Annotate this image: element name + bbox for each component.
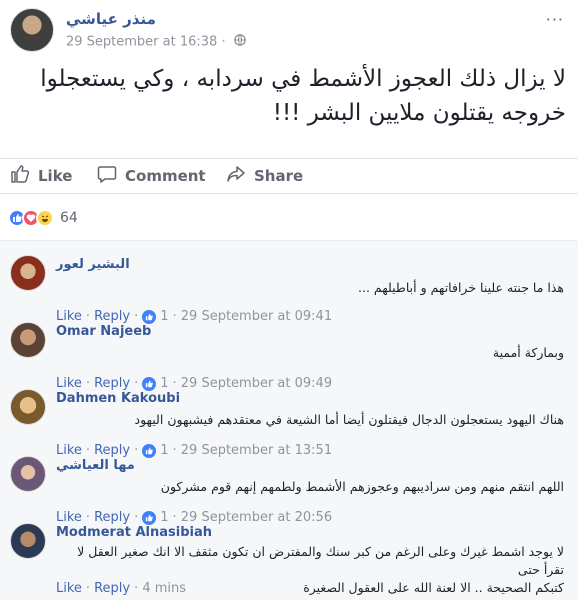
commenter-name[interactable]: Omar Najeeb (56, 324, 151, 339)
post-action-bar: Like Comment Share (0, 158, 578, 194)
author-avatar[interactable] (10, 8, 54, 52)
share-button[interactable]: Share (226, 164, 303, 188)
reactions-summary[interactable]: 64 (8, 209, 78, 227)
meta-separator: · (85, 581, 91, 596)
comment-time[interactable]: · 29 September at 09:49 (173, 376, 333, 391)
comment-text: هذا ما جنته علينا خرافاتهم و أباطيلهم ..… (358, 280, 564, 295)
meta-separator: · (134, 309, 139, 324)
comment-like-link[interactable]: Like (56, 376, 82, 391)
comment-like-link[interactable]: Like (56, 510, 82, 525)
post-header: منذر عياشي 29 September at 16:38 · ··· (10, 8, 568, 58)
commenter-name[interactable]: Dahmen Kakoubi (56, 391, 180, 406)
post-text-line-1: لا يزال ذلك العجوز الأشمط في سردابه ، وك… (40, 66, 566, 92)
commenter-avatar[interactable] (10, 389, 46, 425)
post-timestamp-text[interactable]: 29 September at 16:38 · (66, 35, 226, 50)
like-icon (142, 443, 157, 458)
comment-time[interactable]: · 4 mins (134, 581, 186, 596)
meta-separator: · (134, 510, 139, 525)
meta-separator: · (85, 443, 91, 458)
comment-text: هناك اليهود يستعجلون الدجال فيقتلون أيضا… (134, 412, 565, 427)
comment-like-count[interactable]: 1 (160, 309, 168, 324)
comment-meta: Like · Reply · 1 · 29 September at 09:49 (56, 376, 332, 391)
comment-like-count[interactable]: 1 (160, 376, 168, 391)
comment-reply-link[interactable]: Reply (94, 309, 130, 324)
commenter-avatar[interactable] (10, 456, 46, 492)
commenter-name[interactable]: البشير لعور (56, 257, 130, 272)
meta-separator: · (85, 376, 91, 391)
comment-like-link[interactable]: Like (56, 309, 82, 324)
commenter-avatar[interactable] (10, 322, 46, 358)
post-author-name[interactable]: منذر عياشي (66, 10, 156, 28)
post-timestamp[interactable]: 29 September at 16:38 · (66, 34, 246, 50)
like-button[interactable]: Like (10, 164, 72, 188)
post-text-line-2: خروجه يقتلون ملايين البشر !!! (272, 100, 566, 126)
reactions-count[interactable]: 64 (60, 210, 78, 226)
comment-time[interactable]: · 29 September at 13:51 (173, 443, 333, 458)
comment-text: وبماركة أممية (492, 345, 564, 360)
share-arrow-icon (226, 164, 246, 188)
comment-reply-link[interactable]: Reply (94, 510, 130, 525)
share-label: Share (254, 167, 304, 185)
commenter-name[interactable]: Modmerat Alnasibiah (56, 525, 212, 540)
comment-meta: Like · Reply · 1 · 29 September at 20:56 (56, 510, 332, 525)
comment-button[interactable]: Comment (97, 164, 578, 188)
post-body: لا يزال ذلك العجوز الأشمط في سردابه ، وك… (21, 62, 566, 130)
comment-reply-link[interactable]: Reply (94, 376, 130, 391)
comment-label: Comment (125, 167, 206, 185)
commenter-name[interactable]: مها العياشي (56, 458, 135, 473)
speech-bubble-icon (97, 164, 117, 188)
comment-text-line-1: لا يوجد اشمط غيرك وعلى الرغم من كبر سنك … (77, 544, 564, 577)
haha-icon (36, 209, 54, 227)
thumbs-up-icon (10, 164, 30, 188)
comment-time[interactable]: · 29 September at 20:56 (173, 510, 333, 525)
commenter-avatar[interactable] (10, 523, 46, 559)
comment-like-link[interactable]: Like (56, 581, 82, 596)
comment-meta: Like · Reply · 1 · 29 September at 13:51 (56, 443, 332, 458)
comment-like-count[interactable]: 1 (160, 443, 168, 458)
comments-section: البشير لعور هذا ما جنته علينا خرافاتهم و… (0, 240, 578, 600)
meta-separator: · (85, 510, 91, 525)
globe-icon (233, 34, 246, 50)
commenter-avatar[interactable] (10, 255, 46, 291)
comment-meta: Like · Reply · 4 mins (56, 581, 186, 596)
like-icon (142, 376, 157, 391)
like-icon (142, 309, 157, 324)
meta-separator: · (134, 443, 139, 458)
post-options-button[interactable]: ··· (546, 10, 564, 29)
comment-like-count[interactable]: 1 (160, 510, 168, 525)
comment-reply-link[interactable]: Reply (94, 443, 130, 458)
comment-text: اللهم انتقم منهم ومن سراديبهم وعجوزهم ال… (160, 479, 564, 494)
like-label: Like (38, 167, 73, 185)
meta-separator: · (85, 309, 91, 324)
meta-separator: · (134, 376, 139, 391)
comment-time[interactable]: · 29 September at 09:41 (173, 309, 333, 324)
comment-meta: Like · Reply · 1 · 29 September at 09:41 (56, 309, 332, 324)
like-icon (142, 510, 157, 525)
comment-like-link[interactable]: Like (56, 443, 82, 458)
comment-reply-link[interactable]: Reply (94, 581, 130, 596)
